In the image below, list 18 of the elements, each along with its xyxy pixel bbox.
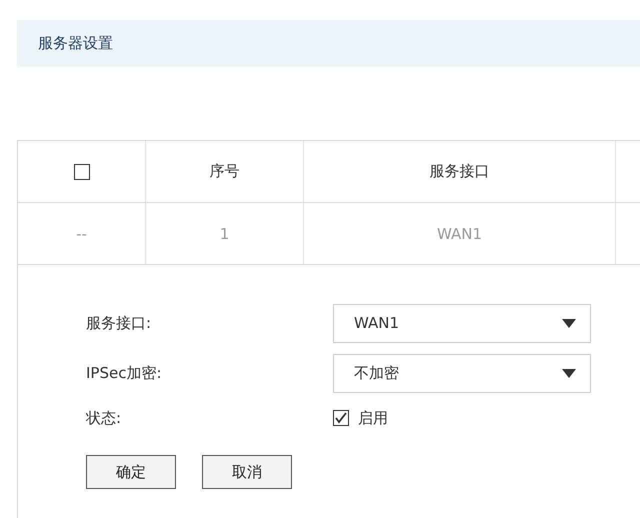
page-title: 服务器设置 <box>38 34 113 53</box>
field-label: 服务接口: <box>86 314 152 332</box>
dropdown[interactable]: WAN1 <box>333 304 591 342</box>
select-all-checkbox[interactable] <box>74 164 90 180</box>
field-label: IPSec加密: <box>86 364 163 382</box>
caret-icon <box>562 318 576 328</box>
table-cell: 1 <box>220 224 230 242</box>
column-header: 服务接口 <box>430 162 490 181</box>
caret-icon <box>562 368 576 378</box>
table-cell: -- <box>76 224 87 242</box>
confirm-button[interactable]: 确定 <box>86 455 176 489</box>
field-label: 状态: <box>86 408 122 428</box>
column-header: 序号 <box>210 162 240 181</box>
enable-checkbox[interactable] <box>333 410 349 426</box>
dropdown[interactable]: 不加密 <box>333 354 591 392</box>
checkbox-label: 启用 <box>358 408 388 428</box>
table-cell: WAN1 <box>436 224 482 242</box>
cancel-button[interactable]: 取消 <box>202 455 292 489</box>
